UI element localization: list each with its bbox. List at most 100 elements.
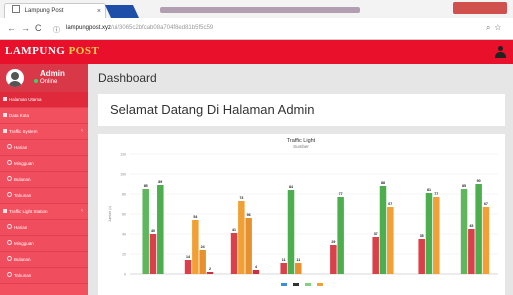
sidebar-item-label: Tahunan <box>14 193 32 198</box>
logo-text-a: LAMPUNG <box>5 45 69 57</box>
star-icon[interactable]: ☆ <box>494 23 505 32</box>
sidebar-item-5[interactable]: Bulanan <box>0 172 88 188</box>
chevron-icon: ‹ <box>81 208 83 214</box>
logo-text-b: POST <box>68 45 100 57</box>
chevron-icon: ‹ <box>81 128 83 134</box>
sidebar-item-3[interactable]: Harian <box>0 140 88 156</box>
bar <box>287 190 295 274</box>
new-tab-button[interactable] <box>104 5 140 18</box>
bar-data-label: 4 <box>255 265 257 269</box>
bar-data-label: 77 <box>434 192 438 196</box>
sidebar-item-11[interactable]: Tahunan <box>0 268 88 284</box>
back-icon[interactable]: ← <box>7 23 16 33</box>
bar-data-label: 41 <box>232 228 236 232</box>
sidebar-item-6[interactable]: Tahunan <box>0 188 88 204</box>
bar-data-label: 56 <box>247 213 251 217</box>
sidebar-item-10[interactable]: Bulanan <box>0 252 88 268</box>
bar-data-label: 90 <box>477 179 481 183</box>
bar <box>184 260 192 274</box>
bar-data-label: 67 <box>484 202 488 206</box>
y-tick-label: 40 <box>122 233 126 237</box>
sidebar-item-8[interactable]: Harian <box>0 220 88 236</box>
bar-data-label: 11 <box>296 258 300 262</box>
circle-icon <box>7 224 12 229</box>
sidebar-item-0[interactable]: Halaman Utama <box>0 92 88 108</box>
url-host: lampungpost.xyz <box>66 25 112 31</box>
bar <box>418 239 425 274</box>
bar <box>149 234 157 274</box>
sidebar-item-label: Bulanan <box>14 177 31 182</box>
user-name: Admin <box>40 69 65 78</box>
bar <box>475 184 482 274</box>
sidebar-item-label: Bulanan <box>14 257 31 262</box>
bar-data-label: 24 <box>201 245 205 249</box>
bar-data-label: 73 <box>239 196 243 200</box>
chart-subtitle: Sumber <box>293 144 309 149</box>
sidebar-item-2[interactable]: Traffic System ‹ <box>0 124 88 140</box>
url-field[interactable]: lampungpost.xyz/ui/3065c2bfcab08a704f8ed… <box>66 25 213 31</box>
menu-icon <box>3 209 7 213</box>
bar-data-label: 85 <box>462 184 466 188</box>
user-panel: Admin Online <box>0 64 88 92</box>
bar <box>468 229 475 274</box>
bar-data-label: 29 <box>331 240 335 244</box>
app-logo[interactable]: LAMPUNG POST <box>5 45 99 57</box>
bar <box>425 193 433 274</box>
bar-data-label: 77 <box>339 192 343 196</box>
y-tick-label: 100 <box>120 173 126 177</box>
bar-data-label: 84 <box>289 185 293 189</box>
bar-data-label: 89 <box>158 180 162 184</box>
sidebar-menu: Halaman Utama Data Kota Traffic System ‹ Har… <box>0 92 88 284</box>
bar <box>252 270 260 274</box>
bar-data-label: 88 <box>381 181 385 185</box>
bar <box>142 189 149 274</box>
sidebar: Admin Online Halaman Utama Data Kota Traff… <box>0 64 88 295</box>
legend-swatch <box>293 283 299 286</box>
welcome-panel: Selamat Datang Di Halaman Admin <box>98 94 505 126</box>
sidebar-item-label: Mingguan <box>14 161 34 166</box>
bar <box>337 197 344 274</box>
bar <box>280 263 287 274</box>
online-dot-icon <box>34 79 38 83</box>
reload-icon[interactable]: C <box>35 23 42 33</box>
page-icon <box>12 5 20 13</box>
sidebar-item-label: Traffic Light Station <box>9 209 48 214</box>
y-tick-label: 60 <box>122 213 126 217</box>
menu-icon <box>3 97 7 101</box>
browser-tab[interactable]: Lampung Post × <box>4 3 106 19</box>
info-icon[interactable]: ⓘ <box>53 25 60 35</box>
browser-actions[interactable]: ⌕☆ <box>486 23 505 33</box>
sidebar-item-9[interactable]: Mingguan <box>0 236 88 252</box>
user-status-label: Online <box>40 79 58 85</box>
bar <box>192 220 199 274</box>
bar-data-label: 11 <box>282 258 286 262</box>
bar <box>295 263 302 274</box>
bar <box>482 207 490 274</box>
user-icon[interactable] <box>495 46 506 58</box>
sidebar-item-4[interactable]: Mingguan <box>0 156 88 172</box>
bar <box>238 201 245 274</box>
sidebar-item-label: Tahunan <box>14 273 32 278</box>
bar-data-label: 85 <box>144 184 148 188</box>
menu-icon <box>3 129 7 133</box>
sidebar-item-label: Mingguan <box>14 241 34 246</box>
bar <box>330 245 337 274</box>
avatar <box>6 69 24 87</box>
url-path: /ui/3065c2bfcab08a704f8ed81b5f5c59 <box>111 25 214 31</box>
window-title-bar <box>160 7 360 13</box>
bar-data-label: 54 <box>193 215 197 219</box>
circle-icon <box>7 256 12 261</box>
sidebar-item-1[interactable]: Data Kota <box>0 108 88 124</box>
tab-close-icon[interactable]: × <box>97 4 101 19</box>
app-header: LAMPUNG POST <box>0 40 513 64</box>
bar-data-label: 35 <box>420 234 424 238</box>
browser-tabbar: Lampung Post × <box>0 0 513 19</box>
bar <box>157 185 164 274</box>
y-tick-label: 0 <box>124 273 126 277</box>
menu-icon <box>3 113 7 117</box>
window-controls[interactable] <box>453 2 507 14</box>
bar <box>245 218 252 274</box>
circle-icon <box>7 144 12 149</box>
forward-icon[interactable]: → <box>21 23 30 33</box>
sidebar-item-7[interactable]: Traffic Light Station ‹ <box>0 204 88 220</box>
